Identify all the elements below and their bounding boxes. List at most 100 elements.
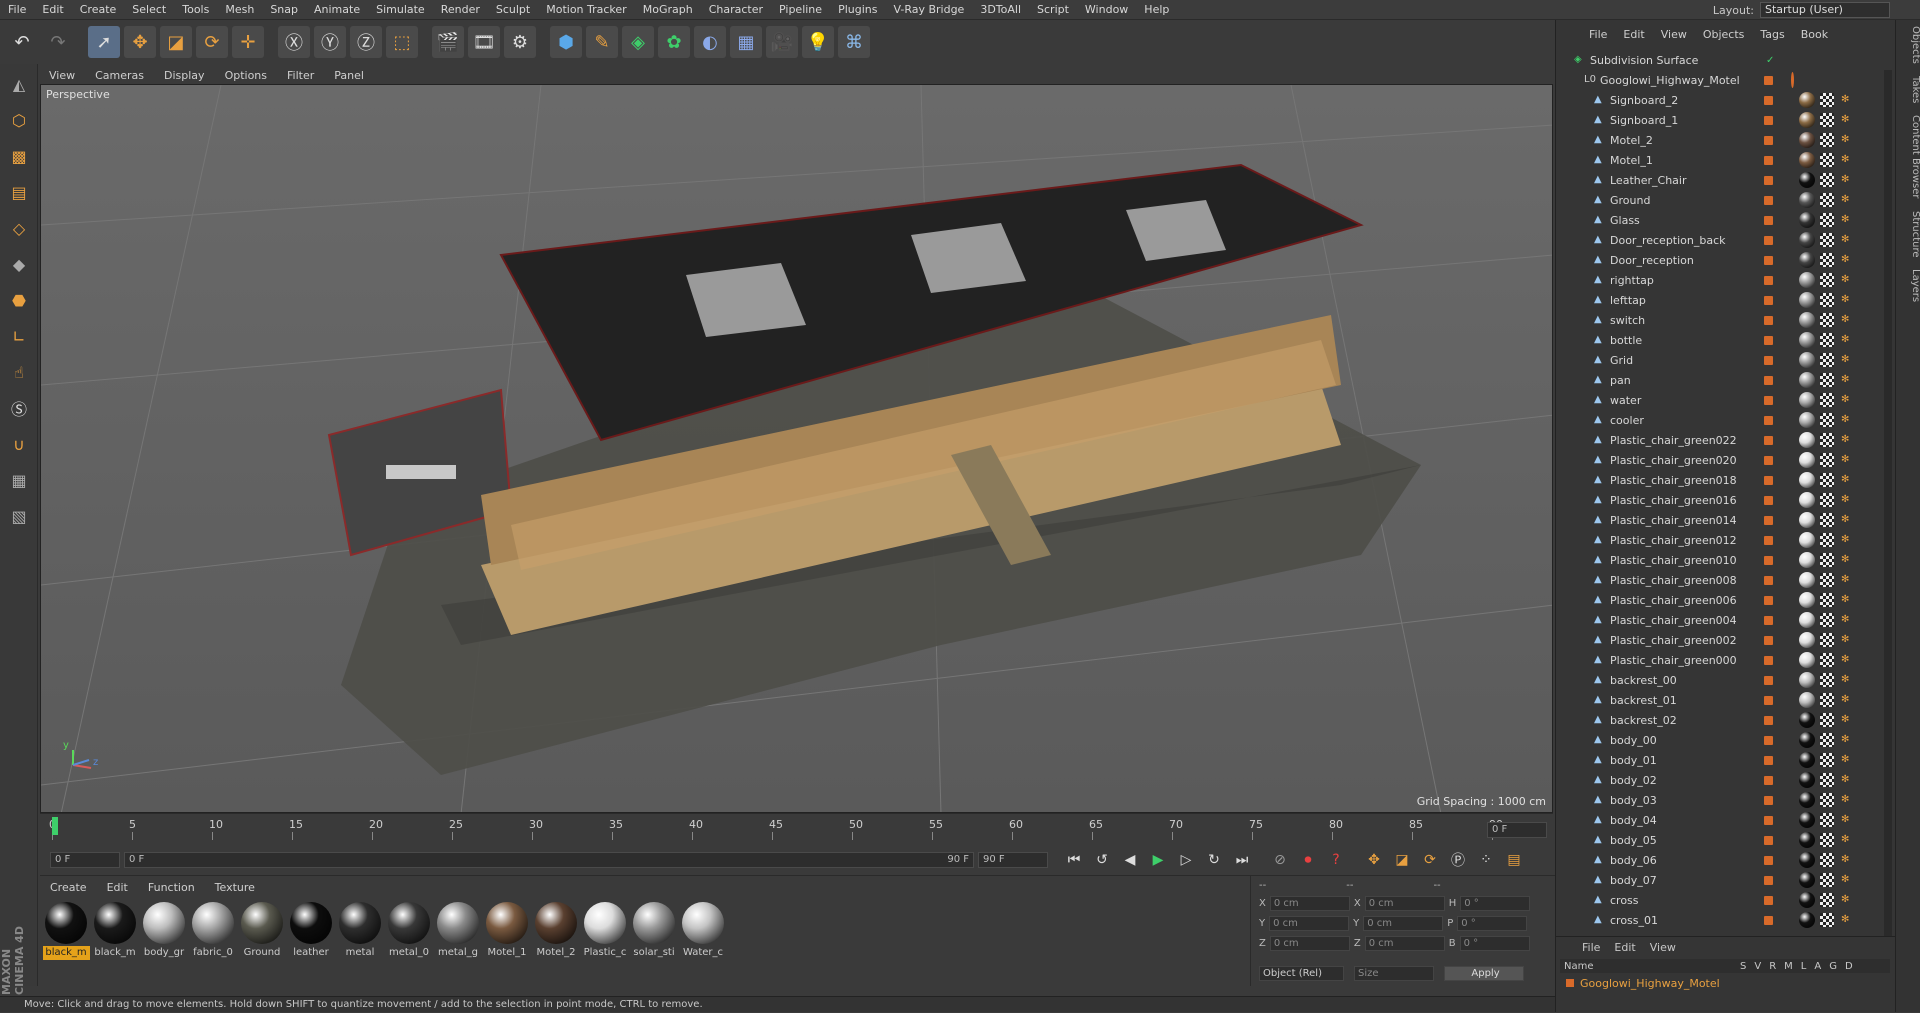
object-row[interactable]: ▲ water ✻ — [1556, 390, 1886, 410]
material-tag-icon[interactable] — [1799, 872, 1815, 888]
y-axis-lock-icon[interactable]: Ⓨ — [314, 26, 346, 58]
timeline-ruler[interactable]: 051015202530354045505560657075808590 0 F — [40, 813, 1553, 845]
material-tag-icon[interactable] — [1799, 432, 1815, 448]
texture-tag-icon[interactable] — [1820, 713, 1834, 727]
texture-tag-icon[interactable] — [1820, 173, 1834, 187]
menu-help[interactable]: Help — [1136, 0, 1177, 20]
layer-col-g[interactable]: G — [1829, 961, 1837, 972]
viewport-menu-display[interactable]: Display — [155, 69, 214, 82]
layer-col-l[interactable]: L — [1801, 961, 1807, 972]
object-row[interactable]: ▲ body_07 ✻ — [1556, 870, 1886, 890]
object-row[interactable]: ▲ body_01 ✻ — [1556, 750, 1886, 770]
phong-tag-icon[interactable]: ✻ — [1841, 494, 1853, 506]
material-tag-icon[interactable] — [1799, 832, 1815, 848]
material-tag-icon[interactable] — [1799, 812, 1815, 828]
end-frame-field[interactable]: 90 F — [978, 852, 1048, 868]
object-row[interactable]: ▲ backrest_01 ✻ — [1556, 690, 1886, 710]
phong-tag-icon[interactable]: ✻ — [1841, 474, 1853, 486]
viewport-menu-cameras[interactable]: Cameras — [86, 69, 153, 82]
magnet-icon[interactable]: ∪ — [3, 428, 35, 460]
material-tag-icon[interactable] — [1799, 92, 1815, 108]
current-frame-field[interactable]: 0 F — [1487, 822, 1547, 838]
record-icon[interactable]: ⏺ — [1296, 848, 1320, 872]
phong-tag-icon[interactable]: ✻ — [1841, 274, 1853, 286]
timeline-window-icon[interactable]: ▤ — [1502, 848, 1526, 872]
menu-plugins[interactable]: Plugins — [830, 0, 885, 20]
object-row[interactable]: ▲ Motel_2 ✻ — [1556, 130, 1886, 150]
planar-workplane-icon[interactable]: ▧ — [3, 500, 35, 532]
texture-tag-icon[interactable] — [1820, 213, 1834, 227]
texture-tag-icon[interactable] — [1820, 353, 1834, 367]
phong-tag-icon[interactable]: ✻ — [1841, 414, 1853, 426]
menu-animate[interactable]: Animate — [306, 0, 368, 20]
move-tool-icon[interactable]: ✥ — [124, 26, 156, 58]
texture-tag-icon[interactable] — [1820, 793, 1834, 807]
phong-tag-icon[interactable]: ✻ — [1841, 194, 1853, 206]
object-menu-view[interactable]: View — [1654, 28, 1694, 41]
key-position-icon[interactable]: ✥ — [1362, 848, 1386, 872]
object-row[interactable]: ▲ Grid ✻ — [1556, 350, 1886, 370]
material-tag-icon[interactable] — [1799, 352, 1815, 368]
viewport-menu-view[interactable]: View — [40, 69, 84, 82]
menu-motion-tracker[interactable]: Motion Tracker — [538, 0, 634, 20]
object-row[interactable]: ▲ cross ✻ — [1556, 890, 1886, 910]
side-tab-content-browser[interactable]: Content Browser — [1896, 109, 1920, 204]
material-tag-icon[interactable] — [1799, 732, 1815, 748]
model-mode-icon[interactable]: ⬡ — [3, 104, 35, 136]
polygons-mode-icon[interactable]: ⬣ — [3, 284, 35, 316]
coord-rotation-field[interactable]: 0 ° — [1460, 896, 1531, 911]
menu-create[interactable]: Create — [72, 0, 125, 20]
material-tag-icon[interactable] — [1799, 272, 1815, 288]
phong-tag-icon[interactable]: ✻ — [1841, 214, 1853, 226]
texture-tag-icon[interactable] — [1820, 293, 1834, 307]
phong-tag-icon[interactable]: ✻ — [1841, 294, 1853, 306]
object-menu-tags[interactable]: Tags — [1753, 28, 1791, 41]
coord-position-field[interactable]: 0 cm — [1269, 916, 1350, 931]
texture-tag-icon[interactable] — [1820, 673, 1834, 687]
material-tag-icon[interactable] — [1799, 592, 1815, 608]
texture-tag-icon[interactable] — [1820, 133, 1834, 147]
side-tab-objects[interactable]: Objects — [1896, 20, 1920, 70]
tweak-mode-icon[interactable]: ☝ — [3, 356, 35, 388]
object-row[interactable]: ▲ righttap ✻ — [1556, 270, 1886, 290]
phong-tag-icon[interactable]: ✻ — [1841, 434, 1853, 446]
object-row[interactable]: ▲ Door_reception ✻ — [1556, 250, 1886, 270]
go-to-start-icon[interactable]: ⏮ — [1062, 848, 1086, 872]
render-settings-icon[interactable]: ⚙ — [504, 26, 536, 58]
phong-tag-icon[interactable]: ✻ — [1841, 94, 1853, 106]
texture-tag-icon[interactable] — [1820, 693, 1834, 707]
key-pla-icon[interactable]: ⁘ — [1474, 848, 1498, 872]
phong-tag-icon[interactable]: ✻ — [1841, 754, 1853, 766]
phong-tag-icon[interactable]: ✻ — [1841, 594, 1853, 606]
material-tag-icon[interactable] — [1799, 512, 1815, 528]
material-tag-icon[interactable] — [1799, 452, 1815, 468]
texture-tag-icon[interactable] — [1820, 553, 1834, 567]
redo-icon[interactable]: ↷ — [42, 26, 74, 58]
material-swatch[interactable]: solar_sti — [630, 902, 678, 960]
object-row[interactable]: ▲ Leather_Chair ✻ — [1556, 170, 1886, 190]
lock-workplane-icon[interactable]: ▦ — [3, 464, 35, 496]
material-menu-edit[interactable]: Edit — [97, 881, 138, 894]
phong-tag-icon[interactable]: ✻ — [1841, 694, 1853, 706]
menu-snap[interactable]: Snap — [262, 0, 306, 20]
phong-tag-icon[interactable]: ✻ — [1841, 254, 1853, 266]
material-swatch[interactable]: metal — [336, 902, 384, 960]
material-tag-icon[interactable] — [1799, 632, 1815, 648]
object-row[interactable]: ▲ backrest_02 ✻ — [1556, 710, 1886, 730]
light-icon[interactable]: 💡 — [802, 26, 834, 58]
texture-tag-icon[interactable] — [1820, 193, 1834, 207]
layer-row[interactable]: Googlowi_Highway_Motel — [1560, 975, 1890, 991]
material-swatch[interactable]: body_gr — [140, 902, 188, 960]
snap-icon[interactable]: Ⓢ — [3, 392, 35, 424]
object-row[interactable]: ▲ cross_01 ✻ — [1556, 910, 1886, 930]
texture-tag-icon[interactable] — [1820, 813, 1834, 827]
menu-mesh[interactable]: Mesh — [217, 0, 262, 20]
menu-tools[interactable]: Tools — [174, 0, 217, 20]
layout-select[interactable]: Startup (User) — [1760, 2, 1890, 18]
object-row[interactable]: ▲ Ground ✻ — [1556, 190, 1886, 210]
floor-icon[interactable]: ▦ — [730, 26, 762, 58]
phong-tag-icon[interactable]: ✻ — [1841, 394, 1853, 406]
material-tag-icon[interactable] — [1799, 532, 1815, 548]
texture-tag-icon[interactable] — [1820, 273, 1834, 287]
material-menu-texture[interactable]: Texture — [205, 881, 265, 894]
